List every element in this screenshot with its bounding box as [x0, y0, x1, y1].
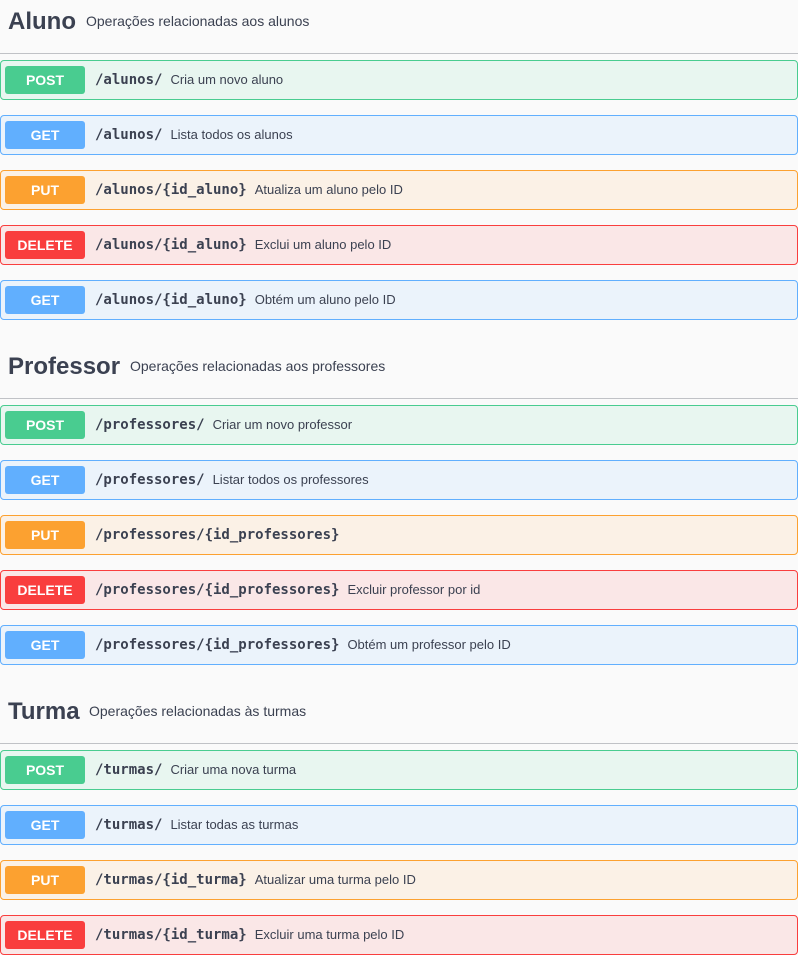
- operation-path: /professores/{id_professores} Excluir pro…: [95, 582, 481, 598]
- operation-get-aluno[interactable]: GET /alunos/{id_aluno} Obtém um aluno pel…: [0, 280, 798, 320]
- operation-summary: Atualizar uma turma pelo ID: [254, 872, 416, 887]
- operation-post-professores[interactable]: POST /professores/Criar um novo professo…: [0, 405, 798, 445]
- operation-put-aluno[interactable]: PUT /alunos/{id_aluno} Atualiza um aluno …: [0, 170, 798, 210]
- method-badge: GET: [5, 811, 85, 839]
- operation-summary: Cria um novo aluno: [170, 72, 284, 87]
- operation-path: /alunos/{id_aluno} Exclui um aluno pelo I…: [95, 237, 392, 253]
- operation-post-turmas[interactable]: POST /turmas/Criar uma nova turma: [0, 750, 798, 790]
- tag-name: Turma: [8, 698, 80, 725]
- operation-summary: Listar todas as turmas: [170, 817, 299, 832]
- operation-path: /alunos/{id_aluno} Atualiza um aluno pelo…: [95, 182, 403, 198]
- method-badge: GET: [5, 121, 85, 149]
- operation-post-alunos[interactable]: POST /alunos/Cria um novo aluno: [0, 60, 798, 100]
- operation-path: /professores/Listar todos os professores: [95, 472, 369, 488]
- tag-header-turma[interactable]: Turma Operações relacionadas às turmas: [0, 690, 798, 744]
- tag-name: Professor: [8, 353, 121, 380]
- tag-name: Aluno: [8, 8, 76, 35]
- operation-path: /alunos/Cria um novo aluno: [95, 72, 284, 88]
- method-badge: PUT: [5, 176, 85, 204]
- operation-path: /turmas/Listar todas as turmas: [95, 817, 299, 833]
- operation-path: /turmas/{id_turma} Excluir uma turma pelo…: [95, 927, 405, 943]
- method-badge: GET: [5, 286, 85, 314]
- method-badge: PUT: [5, 521, 85, 549]
- operation-get-turmas[interactable]: GET /turmas/Listar todas as turmas: [0, 805, 798, 845]
- method-badge: DELETE: [5, 576, 85, 604]
- operation-put-professor[interactable]: PUT /professores/{id_professores}: [0, 515, 798, 555]
- operation-path: /alunos/Lista todos os alunos: [95, 127, 293, 143]
- operation-summary: Exclui um aluno pelo ID: [254, 237, 392, 252]
- method-badge: DELETE: [5, 231, 85, 259]
- method-badge: PUT: [5, 866, 85, 894]
- operation-summary: Excluir professor por id: [347, 582, 481, 597]
- operation-summary: Atualiza um aluno pelo ID: [254, 182, 403, 197]
- operation-path: /turmas/Criar uma nova turma: [95, 762, 297, 778]
- operation-delete-turma[interactable]: DELETE /turmas/{id_turma} Excluir uma tur…: [0, 915, 798, 955]
- tag-header-professor[interactable]: Professor Operações relacionadas aos pro…: [0, 345, 798, 399]
- operation-summary: Criar uma nova turma: [170, 762, 297, 777]
- operation-path: /turmas/{id_turma} Atualizar uma turma pe…: [95, 872, 416, 888]
- operation-path: /professores/Criar um novo professor: [95, 417, 353, 433]
- operation-summary: Lista todos os alunos: [170, 127, 293, 142]
- operation-summary: Obtém um professor pelo ID: [347, 637, 511, 652]
- tag-description: Operações relacionadas aos alunos: [86, 13, 310, 29]
- method-badge: POST: [5, 66, 85, 94]
- tag-description: Operações relacionadas às turmas: [89, 703, 307, 719]
- operation-get-professores[interactable]: GET /professores/Listar todos os profess…: [0, 460, 798, 500]
- method-badge: GET: [5, 466, 85, 494]
- tag-description: Operações relacionadas aos professores: [130, 358, 386, 374]
- operation-get-alunos[interactable]: GET /alunos/Lista todos os alunos: [0, 115, 798, 155]
- operation-summary: Criar um novo professor: [212, 417, 353, 432]
- operation-get-professor[interactable]: GET /professores/{id_professores} Obtém u…: [0, 625, 798, 665]
- operation-put-turma[interactable]: PUT /turmas/{id_turma} Atualizar uma turm…: [0, 860, 798, 900]
- operation-summary: Listar todos os professores: [212, 472, 369, 487]
- operation-summary: Excluir uma turma pelo ID: [254, 927, 405, 942]
- operation-path: /alunos/{id_aluno} Obtém um aluno pelo ID: [95, 292, 396, 308]
- method-badge: POST: [5, 411, 85, 439]
- method-badge: DELETE: [5, 921, 85, 949]
- method-badge: GET: [5, 631, 85, 659]
- operation-path: /professores/{id_professores} Obtém um pr…: [95, 637, 511, 653]
- operation-summary: Obtém um aluno pelo ID: [254, 292, 396, 307]
- operation-delete-aluno[interactable]: DELETE /alunos/{id_aluno} Exclui um aluno…: [0, 225, 798, 265]
- operation-path: /professores/{id_professores}: [95, 527, 340, 543]
- operation-delete-professor[interactable]: DELETE /professores/{id_professores} Excl…: [0, 570, 798, 610]
- tag-header-aluno[interactable]: Aluno Operações relacionadas aos alunos: [0, 0, 798, 54]
- method-badge: POST: [5, 756, 85, 784]
